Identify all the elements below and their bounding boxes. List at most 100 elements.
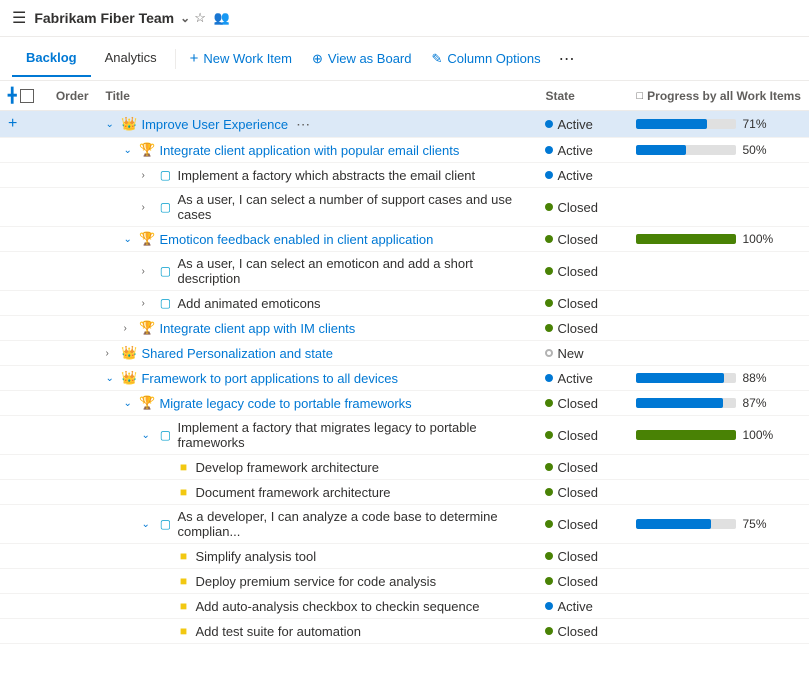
row-progress-cell xyxy=(628,619,809,644)
row-progress-cell: 87% xyxy=(628,391,809,416)
row-title-cell: ⌄▢As a developer, I can analyze a code b… xyxy=(97,505,537,544)
progress-percent: 50% xyxy=(742,143,770,157)
board-icon: ⊕ xyxy=(312,51,323,67)
item-title[interactable]: Framework to port applications to all de… xyxy=(141,371,398,386)
expand-icon[interactable]: ⌄ xyxy=(123,398,135,409)
row-progress-cell xyxy=(628,480,809,505)
state-dot xyxy=(545,399,553,407)
expand-icon[interactable]: ⌄ xyxy=(123,234,135,245)
app-title-area: Fabrikam Fiber Team ⌄ xyxy=(34,10,190,26)
more-actions-button[interactable]: ⋯ xyxy=(551,43,583,75)
row-progress-cell: 71% xyxy=(628,111,809,138)
star-icon[interactable]: ☆ xyxy=(194,10,206,26)
tab-backlog[interactable]: add Backlog xyxy=(12,40,91,77)
people-icon[interactable]: 👥 xyxy=(214,10,230,26)
table-row: +⌄👑Improve User Experience⋯Active71% xyxy=(0,111,809,138)
item-title: Deploy premium service for code analysis xyxy=(195,574,436,589)
row-title-cell: ⌄▢Implement a factory that migrates lega… xyxy=(97,416,537,455)
add-row-button[interactable]: + xyxy=(8,115,17,132)
table-row: ⌄👑Framework to port applications to all … xyxy=(0,366,809,391)
add-row-header-icon[interactable]: ╋ xyxy=(8,87,16,104)
row-progress-cell xyxy=(628,569,809,594)
row-title-cell: ›▢Implement a factory which abstracts th… xyxy=(97,163,537,188)
expand-icon[interactable]: › xyxy=(105,348,117,359)
row-add-cell xyxy=(0,505,48,544)
row-progress-cell xyxy=(628,252,809,291)
col-header-order: Order xyxy=(48,81,98,111)
state-dot xyxy=(545,349,553,357)
item-type-icon: 🏆 xyxy=(139,231,155,247)
row-progress-cell xyxy=(628,594,809,619)
state-dot xyxy=(545,577,553,585)
table-row: ⌄🏆Integrate client application with popu… xyxy=(0,138,809,163)
row-title-cell: ⌄🏆Integrate client application with popu… xyxy=(97,138,537,163)
row-progress-cell: 100% xyxy=(628,227,809,252)
expand-icon[interactable]: ⌄ xyxy=(141,519,153,530)
item-type-icon: ▢ xyxy=(157,167,173,183)
state-label: Closed xyxy=(557,549,597,564)
table-row: ■Add test suite for automationClosed xyxy=(0,619,809,644)
expand-icon[interactable]: ⌄ xyxy=(123,145,135,156)
state-label: Closed xyxy=(557,396,597,411)
item-title[interactable]: Integrate client app with IM clients xyxy=(159,321,355,336)
view-as-board-button[interactable]: ⊕ View as Board xyxy=(302,45,422,73)
expand-icon[interactable]: ⌄ xyxy=(141,430,153,441)
row-progress-cell xyxy=(628,455,809,480)
header-icons: ☆ 👥 xyxy=(194,10,230,26)
progress-bar-background xyxy=(636,234,736,244)
expand-icon[interactable]: › xyxy=(123,323,135,334)
item-title[interactable]: Shared Personalization and state xyxy=(141,346,333,361)
state-label: Closed xyxy=(557,517,597,532)
expand-icon[interactable]: › xyxy=(141,170,153,181)
expand-icon[interactable]: › xyxy=(141,202,153,213)
row-progress-cell xyxy=(628,188,809,227)
hamburger-icon[interactable]: ☰ xyxy=(12,8,26,28)
state-label: Closed xyxy=(557,321,597,336)
tab-analytics[interactable]: Analytics xyxy=(91,40,171,77)
row-title-cell: ■Develop framework architecture xyxy=(97,455,537,480)
progress-bar-background xyxy=(636,430,736,440)
expand-icon[interactable]: ⌄ xyxy=(105,119,117,130)
row-state-cell: Closed xyxy=(537,416,628,455)
checkbox-header[interactable] xyxy=(20,89,34,103)
row-more-options[interactable]: ⋯ xyxy=(296,116,310,133)
row-add-cell xyxy=(0,594,48,619)
chevron-down-icon[interactable]: ⌄ xyxy=(180,11,190,25)
expand-icon[interactable]: › xyxy=(141,266,153,277)
item-title[interactable]: Improve User Experience xyxy=(141,117,288,132)
row-order-cell xyxy=(48,366,98,391)
state-label: Closed xyxy=(557,200,597,215)
state-dot xyxy=(545,374,553,382)
row-state-cell: Closed xyxy=(537,316,628,341)
row-order-cell xyxy=(48,316,98,341)
progress-percent: 88% xyxy=(742,371,770,385)
state-label: New xyxy=(557,346,583,361)
row-order-cell xyxy=(48,480,98,505)
state-label: Closed xyxy=(557,232,597,247)
item-title: As a user, I can select a number of supp… xyxy=(177,192,529,222)
row-state-cell: Closed xyxy=(537,544,628,569)
expand-icon[interactable]: ⌄ xyxy=(105,373,117,384)
state-label: Closed xyxy=(557,460,597,475)
item-title: Add animated emoticons xyxy=(177,296,320,311)
col-header-add: ╋ xyxy=(0,81,48,111)
table-row: ›▢Implement a factory which abstracts th… xyxy=(0,163,809,188)
column-options-button[interactable]: ✎ Column Options xyxy=(421,45,550,73)
new-work-item-button[interactable]: + New Work Item xyxy=(180,44,302,73)
item-title[interactable]: Migrate legacy code to portable framewor… xyxy=(159,396,411,411)
item-title: As a developer, I can analyze a code bas… xyxy=(177,509,529,539)
row-order-cell xyxy=(48,619,98,644)
column-options-icon: ✎ xyxy=(431,51,442,67)
row-state-cell: Closed xyxy=(537,227,628,252)
row-progress-cell: 100% xyxy=(628,416,809,455)
item-title[interactable]: Emoticon feedback enabled in client appl… xyxy=(159,232,433,247)
item-type-icon: ■ xyxy=(175,573,191,589)
item-title[interactable]: Integrate client application with popula… xyxy=(159,143,459,158)
item-type-icon: ▢ xyxy=(157,263,173,279)
row-add-cell xyxy=(0,163,48,188)
expand-icon[interactable]: › xyxy=(141,298,153,309)
progress-bar-fill xyxy=(636,519,711,529)
state-dot xyxy=(545,267,553,275)
state-dot xyxy=(545,602,553,610)
state-label: Closed xyxy=(557,264,597,279)
